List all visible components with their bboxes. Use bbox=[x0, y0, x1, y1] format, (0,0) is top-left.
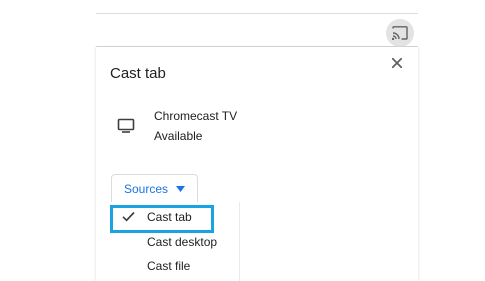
check-icon bbox=[122, 211, 135, 222]
menu-item-label: Cast file bbox=[147, 259, 191, 273]
menu-item-label: Cast tab bbox=[147, 210, 192, 224]
tv-icon bbox=[117, 118, 135, 133]
menu-item-label: Cast desktop bbox=[147, 235, 218, 249]
menu-item-cast-file[interactable]: Cast file bbox=[111, 254, 239, 278]
device-status: Available bbox=[154, 129, 203, 143]
screen: Cast tab Chromecast TV Available Sources bbox=[0, 0, 485, 281]
menu-item-cast-desktop[interactable]: Cast desktop bbox=[111, 230, 239, 254]
dialog-title: Cast tab bbox=[110, 65, 166, 82]
caret-down-icon bbox=[176, 185, 186, 192]
cast-icon bbox=[392, 26, 408, 40]
menu-item-cast-tab[interactable]: Cast tab bbox=[111, 205, 239, 229]
toolbar-top-divider bbox=[96, 13, 418, 14]
cast-toolbar-button[interactable] bbox=[386, 19, 414, 47]
close-icon bbox=[392, 58, 402, 68]
close-button[interactable] bbox=[388, 54, 406, 72]
sources-label: Sources bbox=[123, 181, 169, 196]
device-name: Chromecast TV bbox=[154, 109, 238, 123]
sources-menu: Cast tab Cast desktop Cast file bbox=[111, 202, 240, 281]
cast-dialog: Cast tab Chromecast TV Available Sources bbox=[96, 47, 418, 281]
device-row-chromecast-tv[interactable]: Chromecast TV Available bbox=[96, 105, 418, 147]
sources-button[interactable]: Sources bbox=[111, 174, 198, 202]
